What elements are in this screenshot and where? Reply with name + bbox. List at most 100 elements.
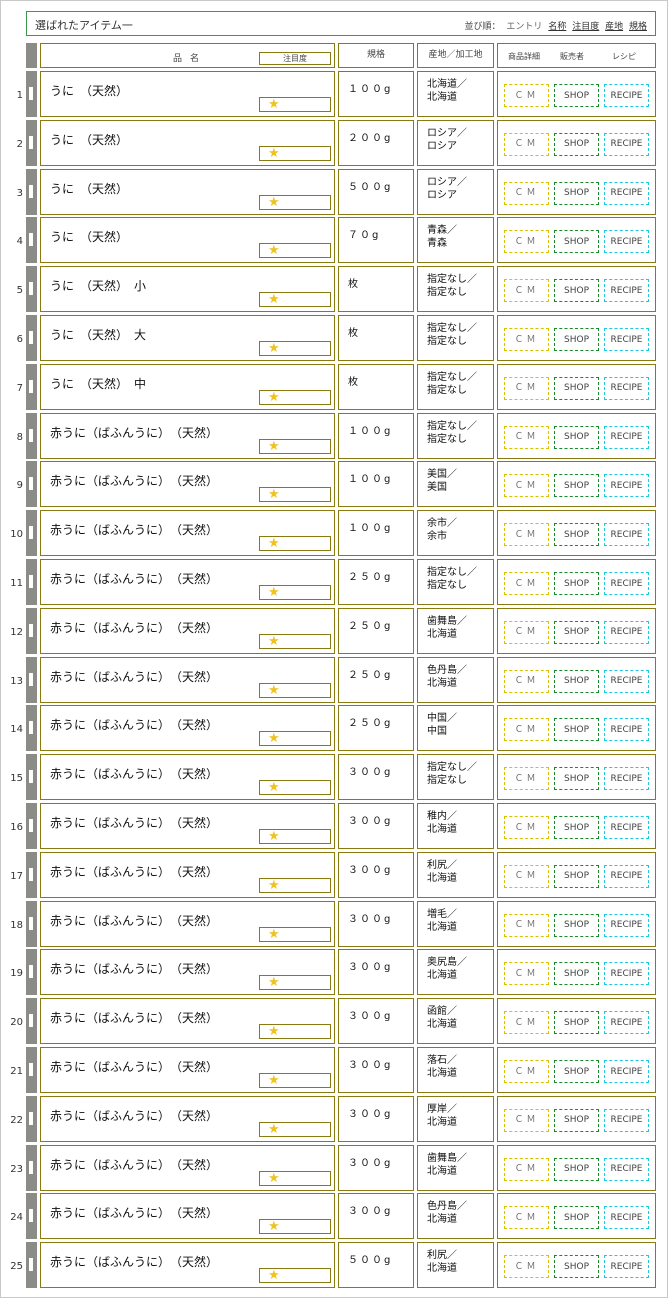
row-select-handle[interactable]	[26, 754, 37, 801]
row-select-handle[interactable]	[26, 803, 37, 849]
row-select-handle[interactable]	[26, 1095, 37, 1142]
row-select-handle[interactable]	[26, 998, 37, 1045]
row-select-handle[interactable]	[26, 1193, 37, 1240]
item-name[interactable]: うに （天然）	[50, 180, 128, 197]
row-select-handle[interactable]	[26, 851, 37, 898]
item-name[interactable]: 赤うに（ばふんうに） （天然）	[50, 912, 218, 929]
row-select-handle[interactable]	[26, 607, 37, 654]
cm-button[interactable]: ＣＭ	[504, 1011, 549, 1035]
attention-rating[interactable]: ★	[259, 585, 331, 600]
row-select-handle[interactable]	[26, 412, 37, 459]
cm-button[interactable]: ＣＭ	[504, 1206, 549, 1230]
item-name[interactable]: 赤うに（ばふんうに） （天然）	[50, 521, 218, 538]
shop-button[interactable]: SHOP	[554, 767, 599, 791]
attention-rating[interactable]: ★	[259, 536, 331, 552]
recipe-button[interactable]: RECIPE	[604, 132, 649, 156]
item-name[interactable]: 赤うに（ばふんうに） （天然）	[50, 863, 218, 880]
shop-button[interactable]: SHOP	[554, 1157, 599, 1181]
row-select-handle[interactable]	[26, 363, 37, 410]
attention-rating[interactable]: ★	[259, 145, 331, 161]
cm-button[interactable]: ＣＭ	[504, 1108, 549, 1132]
row-select-handle[interactable]	[26, 71, 37, 117]
attention-rating[interactable]: ★	[259, 1219, 331, 1235]
row-select-handle[interactable]	[26, 119, 37, 166]
cm-button[interactable]: ＣＭ	[504, 376, 549, 400]
item-name[interactable]: 赤うに（ばふんうに） （天然）	[50, 814, 218, 831]
attention-rating[interactable]: ★	[259, 682, 331, 698]
attention-rating[interactable]: ★	[259, 731, 331, 747]
item-name[interactable]: うに （天然） 中	[50, 375, 146, 392]
cm-button[interactable]: ＣＭ	[504, 425, 549, 449]
sort-by-attention-link[interactable]: 注目度	[572, 22, 599, 32]
cm-button[interactable]: ＣＭ	[504, 962, 549, 986]
shop-button[interactable]: SHOP	[554, 864, 599, 888]
recipe-button[interactable]: RECIPE	[604, 523, 649, 547]
attention-rating[interactable]: ★	[259, 194, 331, 210]
cm-button[interactable]: ＣＭ	[504, 620, 549, 644]
row-select-handle[interactable]	[26, 217, 37, 264]
recipe-button[interactable]: RECIPE	[604, 1206, 649, 1230]
item-name[interactable]: 赤うに（ばふんうに） （天然）	[50, 1058, 218, 1075]
shop-button[interactable]: SHOP	[554, 572, 599, 595]
recipe-button[interactable]: RECIPE	[604, 669, 649, 693]
attention-rating[interactable]: ★	[259, 633, 331, 649]
recipe-button[interactable]: RECIPE	[604, 279, 649, 303]
shop-button[interactable]: SHOP	[554, 1255, 599, 1279]
cm-button[interactable]: ＣＭ	[504, 816, 549, 839]
row-select-handle[interactable]	[26, 1144, 37, 1191]
cm-button[interactable]: ＣＭ	[504, 279, 549, 303]
attention-rating[interactable]: ★	[259, 487, 331, 503]
cm-button[interactable]: ＣＭ	[504, 767, 549, 791]
item-name[interactable]: うに （天然）	[50, 131, 128, 148]
recipe-button[interactable]: RECIPE	[604, 1157, 649, 1181]
shop-button[interactable]: SHOP	[554, 718, 599, 742]
cm-button[interactable]: ＣＭ	[504, 572, 549, 595]
sort-by-origin-link[interactable]: 産地	[605, 22, 623, 32]
attention-rating[interactable]: ★	[259, 877, 331, 893]
sort-by-name-link[interactable]: 名称	[548, 22, 566, 32]
attention-rating[interactable]: ★	[259, 438, 331, 454]
attention-rating[interactable]: ★	[259, 1268, 331, 1284]
shop-button[interactable]: SHOP	[554, 669, 599, 693]
cm-button[interactable]: ＣＭ	[504, 230, 549, 254]
item-name[interactable]: 赤うに（ばふんうに） （天然）	[50, 1253, 218, 1270]
row-select-handle[interactable]	[26, 559, 37, 605]
item-name[interactable]: うに （天然） 小	[50, 277, 146, 294]
cm-button[interactable]: ＣＭ	[504, 1255, 549, 1279]
shop-button[interactable]: SHOP	[554, 328, 599, 351]
item-name[interactable]: うに （天然）	[50, 82, 128, 99]
shop-button[interactable]: SHOP	[554, 962, 599, 986]
shop-button[interactable]: SHOP	[554, 132, 599, 156]
item-name[interactable]: 赤うに（ばふんうに） （天然）	[50, 619, 218, 636]
item-name[interactable]: 赤うに（ばふんうに） （天然）	[50, 716, 218, 733]
shop-button[interactable]: SHOP	[554, 1206, 599, 1230]
sort-by-spec-link[interactable]: 規格	[629, 22, 647, 32]
shop-button[interactable]: SHOP	[554, 376, 599, 400]
recipe-button[interactable]: RECIPE	[604, 181, 649, 205]
item-name[interactable]: 赤うに（ばふんうに） （天然）	[50, 1009, 218, 1026]
shop-button[interactable]: SHOP	[554, 816, 599, 839]
recipe-button[interactable]: RECIPE	[604, 1011, 649, 1035]
item-name[interactable]: 赤うに（ばふんうに） （天然）	[50, 1156, 218, 1173]
row-select-handle[interactable]	[26, 510, 37, 557]
shop-button[interactable]: SHOP	[554, 1011, 599, 1035]
item-name[interactable]: うに （天然）	[50, 228, 128, 245]
cm-button[interactable]: ＣＭ	[504, 913, 549, 937]
shop-button[interactable]: SHOP	[554, 230, 599, 254]
attention-rating[interactable]: ★	[259, 1073, 331, 1088]
recipe-button[interactable]: RECIPE	[604, 1108, 649, 1132]
recipe-button[interactable]: RECIPE	[604, 767, 649, 791]
cm-button[interactable]: ＣＭ	[504, 1157, 549, 1181]
recipe-button[interactable]: RECIPE	[604, 474, 649, 498]
row-select-handle[interactable]	[26, 168, 37, 215]
recipe-button[interactable]: RECIPE	[604, 864, 649, 888]
cm-button[interactable]: ＣＭ	[504, 474, 549, 498]
recipe-button[interactable]: RECIPE	[604, 425, 649, 449]
row-select-handle[interactable]	[26, 266, 37, 313]
attention-rating[interactable]: ★	[259, 975, 331, 991]
shop-button[interactable]: SHOP	[554, 523, 599, 547]
row-select-handle[interactable]	[26, 949, 37, 996]
cm-button[interactable]: ＣＭ	[504, 1060, 549, 1083]
shop-button[interactable]: SHOP	[554, 279, 599, 303]
recipe-button[interactable]: RECIPE	[604, 376, 649, 400]
